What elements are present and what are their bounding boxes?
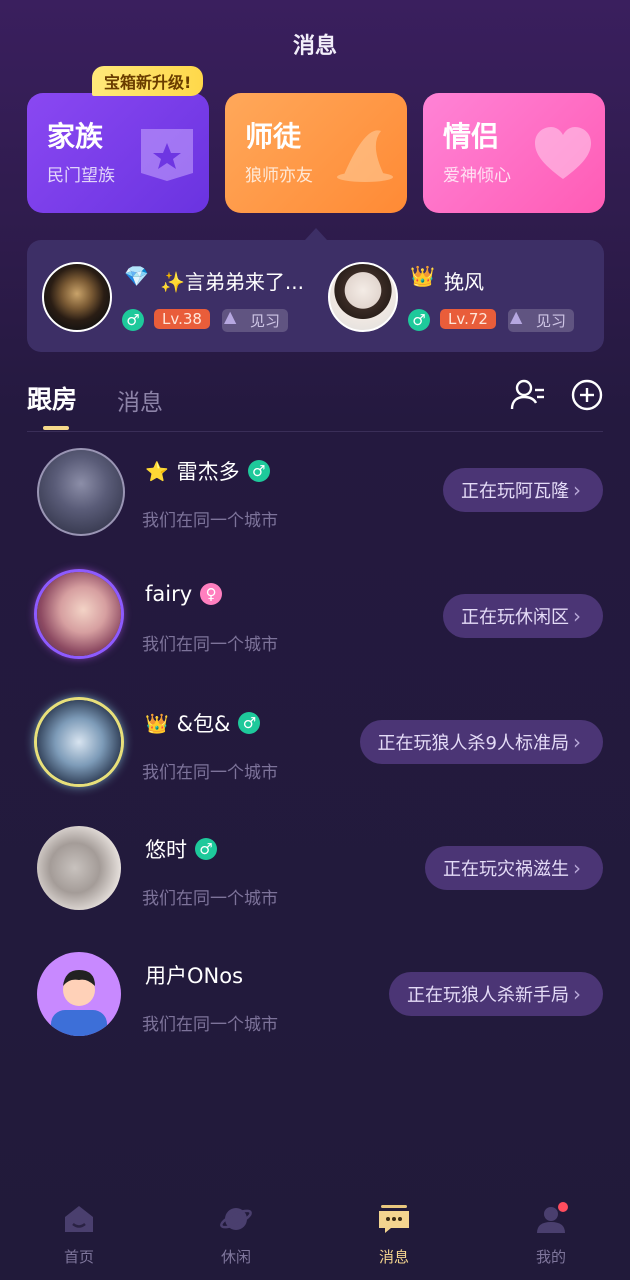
- list-item[interactable]: fairy ♀: [145, 582, 223, 606]
- male-icon: ♂: [408, 309, 430, 331]
- promo-tag: 宝箱新升级!: [92, 66, 204, 96]
- chevron-right-icon: ›: [573, 730, 581, 754]
- status-label: 正在玩狼人杀9人标准局: [377, 733, 569, 754]
- profile-icon: [537, 1202, 568, 1233]
- status-label: 正在玩狼人杀新手局: [407, 985, 569, 1006]
- message-icon: [379, 1205, 409, 1233]
- chevron-right-icon: ›: [573, 604, 581, 628]
- heart-icon: [535, 127, 591, 179]
- room-status-button[interactable]: 正在玩阿瓦隆 ›: [443, 468, 603, 512]
- avatar[interactable]: [42, 262, 112, 332]
- family-card-subtitle: 民门望族: [47, 166, 115, 186]
- list-item[interactable]: ⭐ 雷杰多 ♂: [145, 456, 270, 486]
- avatar[interactable]: [37, 952, 121, 1036]
- room-status-button[interactable]: 正在玩狼人杀9人标准局 ›: [359, 720, 603, 764]
- user-subtitle: 我们在同一个城市: [142, 1015, 278, 1035]
- panel-pointer: [305, 228, 327, 240]
- mentor-card-title: 师徒: [245, 120, 302, 153]
- chevron-right-icon: ›: [573, 478, 581, 502]
- home-icon: [65, 1206, 93, 1232]
- list-item[interactable]: 用户ONos: [145, 960, 243, 990]
- banner-icon: [141, 129, 193, 181]
- room-user-name[interactable]: 挽风: [444, 266, 484, 295]
- list-item[interactable]: 👑 &包& ♂: [145, 708, 261, 738]
- mentor-card-subtitle: 狼师亦友: [245, 166, 313, 186]
- avatar[interactable]: [37, 448, 125, 536]
- tab-indicator: [43, 426, 69, 430]
- user-subtitle: 我们在同一个城市: [142, 889, 278, 909]
- diamond-icon: 💎: [124, 264, 149, 288]
- user-name: 悠时: [145, 838, 187, 862]
- avatar[interactable]: [328, 262, 398, 332]
- couple-card-subtitle: 爱神倾心: [443, 166, 511, 186]
- user-name: 雷杰多: [176, 460, 240, 484]
- status-label: 正在玩灾祸滋生: [443, 859, 569, 880]
- crown-icon: 👑: [145, 712, 169, 735]
- nav-label: 我的: [535, 1248, 566, 1266]
- mentor-card[interactable]: 师徒 狼师亦友: [225, 93, 407, 213]
- user-subtitle: 我们在同一个城市: [142, 635, 278, 655]
- tab-messages[interactable]: 消息: [117, 383, 163, 417]
- level-badge: Lv.38: [154, 309, 210, 329]
- user-subtitle: 我们在同一个城市: [142, 511, 278, 531]
- nav-label: 休闲: [220, 1248, 251, 1266]
- user-subtitle: 我们在同一个城市: [142, 763, 278, 783]
- crown-icon: 👑: [410, 264, 435, 288]
- page-title: 消息: [292, 34, 337, 59]
- female-icon: ♀: [200, 583, 223, 605]
- status-label: 正在玩休闲区: [461, 607, 569, 628]
- couple-card[interactable]: 情侣 爱神倾心: [423, 93, 605, 213]
- bottom-nav: 首页 休闲 消息 我的: [0, 1190, 630, 1280]
- male-icon: ♂: [122, 309, 144, 331]
- tab-follow-room[interactable]: 跟房: [27, 380, 77, 416]
- male-icon: ♂: [195, 838, 217, 860]
- avatar[interactable]: [37, 700, 121, 784]
- chevron-right-icon: ›: [573, 982, 581, 1006]
- wizard-hat-icon: [337, 130, 393, 182]
- avatar[interactable]: [37, 572, 121, 656]
- user-name: fairy: [145, 582, 193, 606]
- chevron-right-icon: ›: [573, 856, 581, 880]
- planet-icon: [220, 1208, 252, 1230]
- star-icon: ⭐: [145, 460, 169, 483]
- list-item[interactable]: 悠时 ♂: [145, 834, 217, 864]
- contacts-icon[interactable]: [510, 378, 546, 412]
- level-badge: Lv.72: [440, 309, 496, 329]
- hat-icon: ▲: [510, 307, 523, 326]
- room-status-button[interactable]: 正在玩狼人杀新手局 ›: [389, 972, 603, 1016]
- male-icon: ♂: [247, 460, 270, 482]
- nav-label: 消息: [378, 1248, 409, 1266]
- status-label: 正在玩阿瓦隆: [461, 481, 569, 502]
- user-name: &包&: [176, 712, 231, 736]
- family-card[interactable]: 家族 民门望族: [27, 93, 209, 213]
- couple-card-title: 情侣: [443, 120, 500, 153]
- room-status-button[interactable]: 正在玩休闲区 ›: [443, 594, 603, 638]
- family-card-title: 家族: [47, 120, 104, 153]
- user-name: 用户ONos: [145, 964, 244, 988]
- nav-label: 首页: [63, 1248, 94, 1266]
- room-panel: [27, 240, 604, 352]
- avatar[interactable]: [37, 826, 121, 910]
- male-icon: ♂: [238, 712, 261, 734]
- hat-icon: ▲: [224, 307, 237, 326]
- cartoon-avatar-icon: [51, 970, 107, 1036]
- room-status-button[interactable]: 正在玩灾祸滋生 ›: [425, 846, 603, 890]
- room-user-name[interactable]: ✨言弟弟来了...: [160, 266, 304, 295]
- add-icon[interactable]: [570, 378, 604, 412]
- divider: [27, 431, 603, 432]
